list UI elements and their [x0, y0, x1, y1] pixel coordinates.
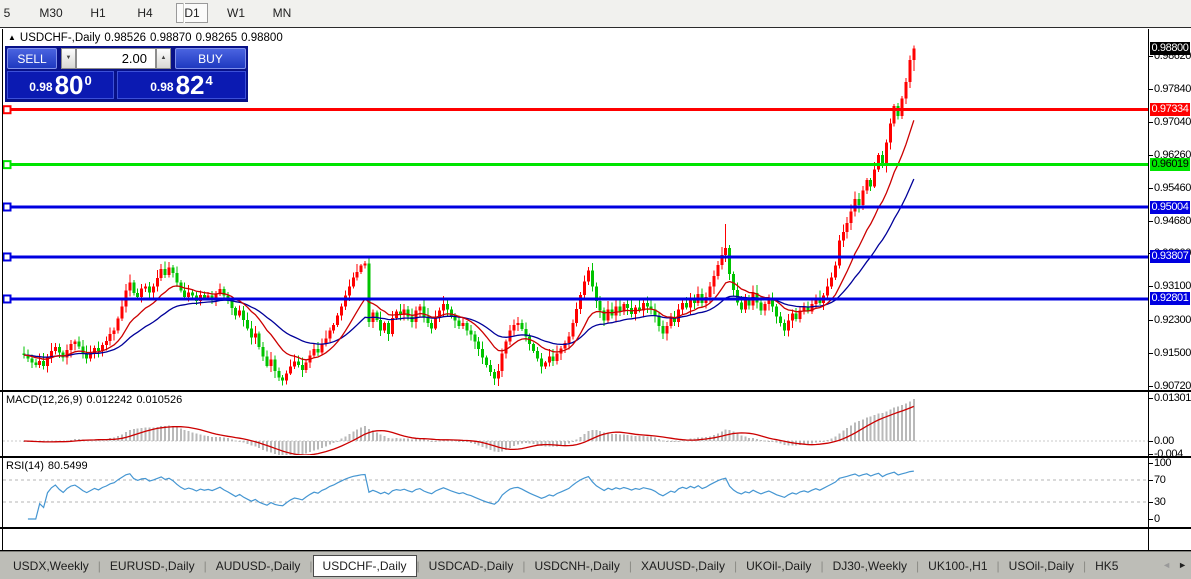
rsi-tick-label: 30 — [1154, 496, 1165, 508]
tab-ukoil-daily[interactable]: UKOil-,Daily — [737, 555, 820, 577]
rsi-tick-mark — [1148, 502, 1153, 503]
timeframe-button-mn[interactable]: MN — [268, 4, 296, 22]
rsi-tick-label: 70 — [1154, 474, 1165, 486]
rsi-dateaxis-separator — [0, 527, 1191, 529]
price-tick-mark — [1148, 188, 1153, 189]
macd-tick-label: 0.00 — [1154, 435, 1174, 447]
price-tick-mark — [1148, 386, 1153, 387]
sell-button[interactable]: SELL — [7, 48, 57, 69]
sell-price-display[interactable]: 0.98 80 0 — [7, 71, 114, 99]
one-click-trading-panel: SELL ▼ ▲ BUY 0.98 80 0 0.98 82 4 — [5, 46, 248, 102]
tab-usoil-daily[interactable]: USOil-,Daily — [1000, 555, 1083, 577]
rsi-label: RSI(14) 80.5499 — [6, 460, 92, 472]
rsi-tick-mark — [1148, 480, 1153, 481]
price-tick-mark — [1148, 155, 1153, 156]
close-value: 0.98800 — [241, 32, 283, 44]
buy-button[interactable]: BUY — [175, 48, 246, 69]
rsi-name: RSI(14) — [6, 460, 44, 472]
chart-title: ▲ USDCHF-,Daily0.98526 0.98870 0.982650.988… — [8, 32, 287, 44]
price-tick-label: 0.97840 — [1154, 83, 1191, 95]
price-tick-mark — [1148, 122, 1153, 123]
symbol-label: USDCHF-,Daily — [20, 32, 101, 44]
toolbar-separator — [183, 3, 185, 23]
sell-price-big-digits: 80 — [55, 73, 84, 97]
sell-price-pipette: 0 — [85, 73, 92, 88]
macd-tick-mark — [1148, 398, 1153, 399]
main-macd-separator[interactable] — [0, 390, 1191, 392]
tab-audusd-daily[interactable]: AUDUSD-,Daily — [207, 555, 310, 577]
tab-xauusd-daily[interactable]: XAUUSD-,Daily — [632, 555, 734, 577]
tab-scroll-buttons: ◄► — [1162, 560, 1187, 570]
macd-tick-label: 0.013015 — [1154, 392, 1191, 404]
buy-price-prefix: 0.98 — [150, 80, 173, 94]
price-tick-mark — [1148, 56, 1153, 57]
price-tick-label: 0.93100 — [1154, 280, 1191, 292]
macd-tick-mark — [1148, 441, 1153, 442]
volume-decrease-button[interactable]: ▼ — [61, 48, 76, 69]
buy-price-big-digits: 82 — [176, 73, 205, 97]
price-tick-label: 0.95460 — [1154, 182, 1191, 194]
tab-eurusd-daily[interactable]: EURUSD-,Daily — [101, 555, 204, 577]
timeframe-button-h4[interactable]: H4 — [132, 4, 158, 22]
price-tick-label: 0.91500 — [1154, 347, 1191, 359]
macd-main-value: 0.012242 — [86, 394, 132, 406]
buy-price-pipette: 4 — [206, 73, 213, 88]
tab-usdchf-daily[interactable]: USDCHF-,Daily — [313, 555, 417, 577]
chart-left-border — [2, 29, 3, 550]
rsi-pane[interactable] — [0, 458, 1148, 526]
level-price-box: 0.96019 — [1150, 158, 1190, 171]
price-tick-mark — [1148, 286, 1153, 287]
collapse-panel-icon[interactable]: ▲ — [8, 33, 16, 42]
high-value: 0.98870 — [150, 32, 192, 44]
level-price-box: 0.97334 — [1150, 103, 1190, 116]
price-tick-mark — [1148, 221, 1153, 222]
open-value: 0.98526 — [104, 32, 146, 44]
volume-input[interactable] — [76, 48, 156, 69]
tab-scroll-right-icon[interactable]: ► — [1178, 560, 1187, 570]
price-axis-border — [1148, 29, 1149, 550]
price-tick-label: 0.90720 — [1154, 380, 1191, 392]
current-price-box: 0.98800 — [1150, 42, 1190, 55]
price-tick-mark — [1148, 353, 1153, 354]
buy-price-display[interactable]: 0.98 82 4 — [117, 71, 246, 99]
timeframe-button-h1[interactable]: H1 — [85, 4, 111, 22]
price-tick-label: 0.92300 — [1154, 314, 1191, 326]
macd-signal-value: 0.010526 — [136, 394, 182, 406]
symbol-tab-bar: USDX,Weekly|EURUSD-,Daily|AUDUSD-,Daily|… — [0, 551, 1191, 579]
macd-name: MACD(12,26,9) — [6, 394, 82, 406]
rsi-tick-mark — [1148, 519, 1153, 520]
rsi-tick-mark — [1148, 463, 1153, 464]
level-price-box: 0.95004 — [1150, 201, 1190, 214]
tab-usdx-weekly[interactable]: USDX,Weekly — [4, 555, 98, 577]
timeframe-button-w1[interactable]: W1 — [223, 4, 249, 22]
rsi-tick-label: 100 — [1154, 457, 1171, 469]
trade-controls-row: SELL ▼ ▲ BUY — [7, 48, 246, 69]
symbol-tabs: USDX,Weekly|EURUSD-,Daily|AUDUSD-,Daily|… — [4, 555, 1127, 577]
level-price-box: 0.93807 — [1150, 250, 1190, 263]
low-value: 0.98265 — [196, 32, 238, 44]
macd-rsi-separator[interactable] — [0, 456, 1191, 458]
level-price-box: 0.92801 — [1150, 292, 1190, 305]
timeframe-button-d1[interactable]: D1 — [176, 3, 208, 23]
tab-usdcad-daily[interactable]: USDCAD-,Daily — [420, 555, 523, 577]
macd-tick-mark — [1148, 454, 1153, 455]
tab-dj30-weekly[interactable]: DJ30-,Weekly — [824, 555, 916, 577]
timeframe-button-m30[interactable]: M30 — [34, 4, 68, 22]
volume-increase-button[interactable]: ▲ — [156, 48, 171, 69]
rsi-tick-label: 0 — [1154, 513, 1160, 525]
price-tick-label: 0.97040 — [1154, 116, 1191, 128]
price-tick-mark — [1148, 320, 1153, 321]
tab-hk5[interactable]: HK5 — [1086, 555, 1127, 577]
rsi-value: 80.5499 — [48, 460, 88, 472]
price-tick-label: 0.94680 — [1154, 215, 1191, 227]
trading-terminal-window: 5M30H1H4D1W1MN ▲USDCHF-,Daily0.985260.98… — [0, 0, 1191, 579]
tab-scroll-left-icon[interactable]: ◄ — [1162, 560, 1171, 570]
macd-label: MACD(12,26,9) 0.012242 0.010526 — [6, 394, 186, 406]
sell-price-prefix: 0.98 — [29, 80, 52, 94]
timeframe-toolbar: 5 M30 H1 H4 D1 W1 MN — [0, 0, 1191, 28]
tab-usdcnh-daily[interactable]: USDCNH-,Daily — [525, 555, 628, 577]
price-tick-mark — [1148, 89, 1153, 90]
tab-uk100-h1[interactable]: UK100-,H1 — [919, 555, 996, 577]
timeframe-button-5[interactable]: 5 — [0, 4, 14, 22]
